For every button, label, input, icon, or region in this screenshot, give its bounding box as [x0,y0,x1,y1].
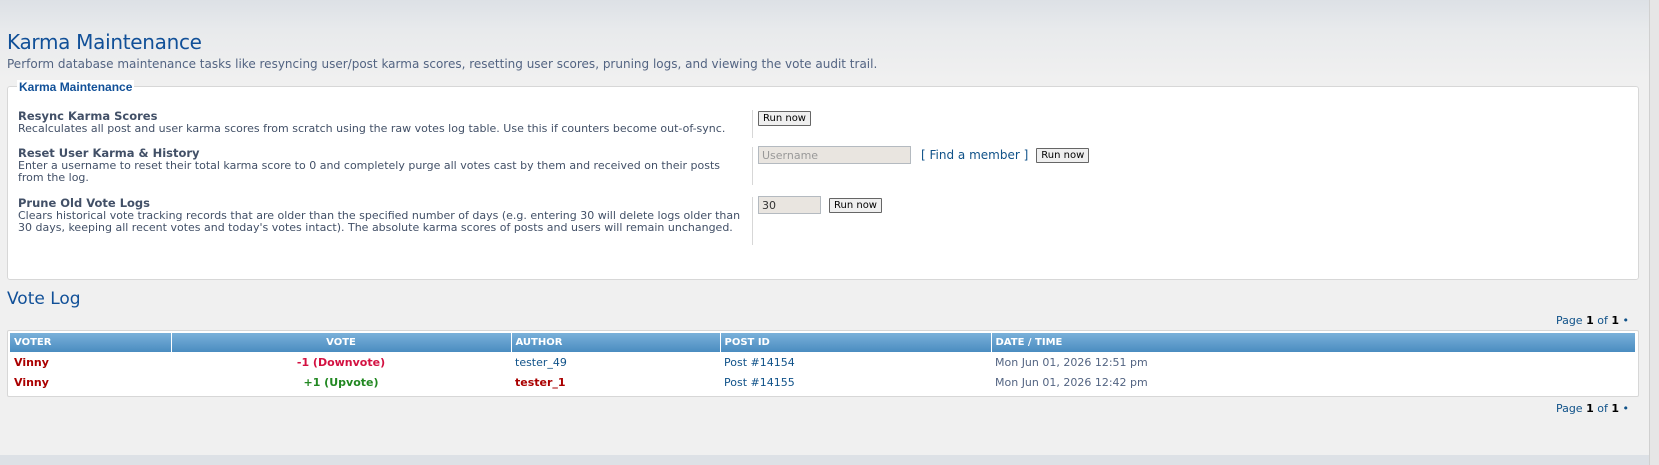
vertical-scrollbar[interactable] [1649,0,1659,465]
datetime-cell: Mon Jun 01, 2026 12:42 pm [995,375,1148,389]
table-row: Vinny -1 (Downvote) tester_49 Post #1415… [10,352,1636,372]
resync-label-block: Resync Karma Scores Recalculates all pos… [18,110,748,135]
post-cell: Post #14154 [720,352,991,372]
maintenance-legend: Karma Maintenance [17,80,135,94]
pagination-current: 1 [1586,314,1594,327]
voter-link[interactable]: Vinny [14,376,49,389]
column-header-vote[interactable]: Vote [171,333,512,352]
reset-label-block: Reset User Karma & History Enter a usern… [18,147,748,184]
voter-cell: Vinny [10,372,171,392]
column-header-datetime[interactable]: Date / Time [991,333,1636,352]
pagination-of: of [1593,314,1612,327]
find-member-wrapper: [ Find a member ] [921,148,1028,162]
voter-link[interactable]: Vinny [14,356,49,369]
reset-label: Reset User Karma & History [18,146,200,160]
pagination-prefix: Page [1555,314,1587,327]
prune-controls: Run now [758,196,882,214]
resync-explain: Recalculates all post and user karma sco… [18,122,726,135]
pagination-total: 1 [1611,314,1619,327]
find-member-link[interactable]: Find a member [930,148,1020,162]
datetime-cell: Mon Jun 01, 2026 12:51 pm [995,355,1148,369]
pagination-current: 1 [1586,402,1594,415]
reset-explain: Enter a username to reset their total ka… [18,159,721,184]
resync-row: Resync Karma Scores Recalculates all pos… [18,110,1628,138]
resync-separator [752,110,753,138]
prune-label: Prune Old Vote Logs [18,196,151,210]
column-header-post-id[interactable]: Post ID [720,333,992,352]
prune-separator [752,197,753,245]
reset-separator [752,147,753,185]
author-cell: tester_1 [511,372,720,392]
vote-cell: +1 (Upvote) [303,375,379,389]
resync-run-button[interactable]: Run now [758,111,811,126]
post-cell: Post #14155 [720,372,991,392]
prune-run-button[interactable]: Run now [829,197,882,213]
page-title: Karma Maintenance [7,30,202,54]
pagination-bottom: Page 1 of 1 • [1556,402,1629,415]
page: Karma Maintenance Perform database maint… [0,0,1649,455]
table-header-row: Voter Vote Author Post ID Date / Time [10,333,1636,352]
prune-row: Prune Old Vote Logs Clears historical vo… [18,196,1628,245]
reset-row: Reset User Karma & History Enter a usern… [18,146,1628,185]
vote-log-title: Vote Log [7,289,81,309]
vote-log-table: Voter Vote Author Post ID Date / Time Vi… [10,333,1636,392]
vote-cell: -1 (Downvote) [296,355,386,369]
author-cell: tester_49 [511,352,720,372]
pagination-bullet: • [1619,402,1629,415]
author-link[interactable]: tester_1 [515,376,566,389]
column-header-voter[interactable]: Voter [10,333,172,352]
column-header-author[interactable]: Author [511,333,721,352]
author-link[interactable]: tester_49 [515,356,567,369]
find-member-close-bracket: ] [1019,148,1029,162]
vote-log-table-wrapper: Voter Vote Author Post ID Date / Time Vi… [7,330,1639,397]
post-link[interactable]: Post #14154 [724,356,795,369]
reset-run-button[interactable]: Run now [1036,147,1090,163]
page-description: Perform database maintenance tasks like … [7,57,878,71]
prune-explain: Clears historical vote tracking records … [18,209,741,234]
prune-label-block: Prune Old Vote Logs Clears historical vo… [18,197,748,234]
prune-days-input[interactable] [758,196,821,214]
resync-label: Resync Karma Scores [18,109,158,123]
maintenance-fieldset: Karma Maintenance Resync Karma Scores Re… [7,80,1639,280]
find-member-open-bracket: [ [921,148,930,162]
pagination-of: of [1593,402,1612,415]
reset-controls: [ Find a member ] Run now [758,146,1090,164]
username-input[interactable] [758,146,911,164]
pagination-prefix: Page [1555,402,1587,415]
post-link[interactable]: Post #14155 [724,376,795,389]
pagination-top: Page 1 of 1 • [1556,314,1629,327]
table-row: Vinny +1 (Upvote) tester_1 Post #14155 M… [10,372,1636,392]
pagination-total: 1 [1611,402,1619,415]
voter-cell: Vinny [10,352,171,372]
resync-controls: Run now [758,111,811,126]
pagination-bullet: • [1619,314,1629,327]
